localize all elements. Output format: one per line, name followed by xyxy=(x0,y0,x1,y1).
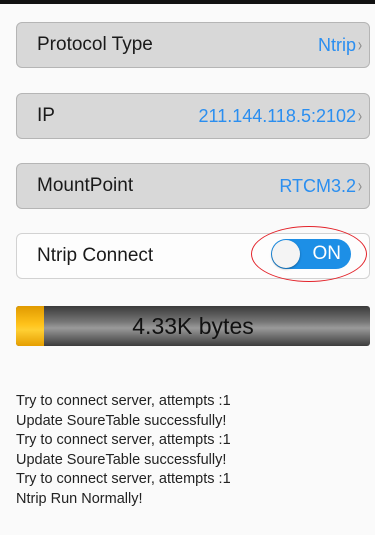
toggle-knob[interactable] xyxy=(272,240,300,268)
ntrip-connect-label: Ntrip Connect xyxy=(37,245,154,266)
ntrip-connect-toggle[interactable]: ON xyxy=(271,239,351,269)
protocol-type-row[interactable]: Protocol Type Ntrip › xyxy=(16,22,370,68)
mountpoint-label: MountPoint xyxy=(37,175,134,196)
mountpoint-value: RTCM3.2 xyxy=(279,175,356,196)
ip-value: 211.144.118.5:2102 xyxy=(198,105,356,126)
chevron-right-icon: › xyxy=(357,175,363,196)
chevron-right-icon: › xyxy=(357,34,363,55)
progress-bytes-text: 4.33K bytes xyxy=(132,313,254,339)
log-line: Ntrip Run Normally! xyxy=(16,490,143,507)
connection-log: Try to connect server, attempts :1 Update… xyxy=(16,392,366,510)
log-line: Try to connect server, attempts :1 xyxy=(16,432,231,449)
log-line: Update SoureTable successfully! xyxy=(16,412,227,429)
ntrip-connect-row: Ntrip Connect ON xyxy=(16,226,370,282)
status-bar-edge xyxy=(0,0,375,4)
mountpoint-row[interactable]: MountPoint RTCM3.2 › xyxy=(16,163,370,209)
toggle-state-text: ON xyxy=(312,243,342,264)
protocol-type-value: Ntrip xyxy=(317,34,356,55)
log-line: Try to connect server, attempts :1 xyxy=(16,471,231,488)
toggle-highlight: ON xyxy=(251,226,367,282)
ip-value-group: 211.144.118.5:2102 › xyxy=(199,106,363,127)
mountpoint-value-group: RTCM3.2 › xyxy=(279,176,363,197)
protocol-type-label: Protocol Type xyxy=(37,34,153,55)
protocol-type-value-group: Ntrip › xyxy=(318,35,363,56)
ip-label: IP xyxy=(37,105,55,126)
log-line: Update SoureTable successfully! xyxy=(16,451,227,468)
chevron-right-icon: › xyxy=(357,105,363,126)
bytes-progress-bar: 4.33K bytes xyxy=(16,306,370,346)
ip-row[interactable]: IP 211.144.118.5:2102 › xyxy=(16,93,370,139)
log-line: Try to connect server, attempts :1 xyxy=(16,393,231,409)
